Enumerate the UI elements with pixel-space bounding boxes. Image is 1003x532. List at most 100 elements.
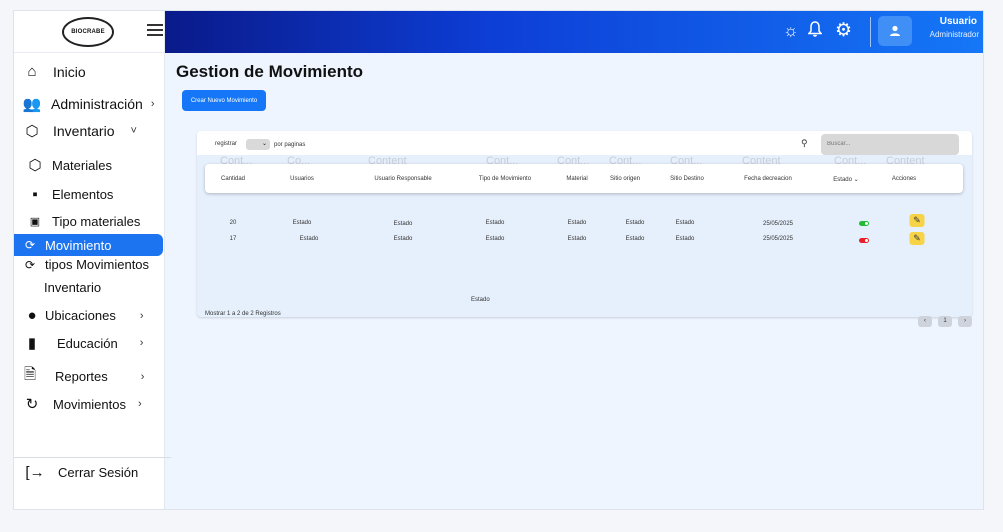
pagination-info: Mostrar 1 a 2 de 2 Registros	[205, 311, 281, 317]
sidebar-item-movimiento[interactable]: ⟳ Movimiento	[14, 234, 163, 256]
sync-icon: ⟳	[24, 238, 36, 252]
sidebar-item-label: Inventario	[44, 280, 102, 295]
user-name: Usuario	[939, 16, 977, 27]
sync-icon: ⟳	[24, 257, 36, 272]
sidebar-item-administracion[interactable]: 👥 Administración ›	[23, 95, 155, 113]
chevron-right-icon: ›	[150, 98, 155, 110]
page-size-select[interactable]: ⌄	[246, 139, 270, 150]
logout-button[interactable]: [→ Cerrar Sesión	[25, 464, 139, 481]
cell-destino: Estado	[675, 220, 695, 226]
table-header: Cantidad Usuarios Usuario Responsable Ti…	[205, 164, 963, 193]
sidebar: BIOCRABE ⌂ Inicio 👥 Administración › ⬡ I…	[14, 11, 171, 509]
col-usuarios[interactable]: Usuarios	[290, 176, 314, 182]
footer-estado: Estado	[471, 297, 490, 303]
sidebar-item-inventario-sub[interactable]: Inventario	[44, 280, 101, 295]
cell-fecha: 25/05/2025	[762, 236, 794, 242]
sidebar-item-label: Materiales	[52, 157, 112, 173]
cell-responsable: Estado	[393, 221, 413, 227]
col-tipo-movimiento[interactable]: Tipo de Movimiento	[479, 176, 531, 182]
sidebar-item-movimientos[interactable]: ↻ Movimientos ›	[23, 395, 142, 413]
edit-button[interactable]: ✎	[909, 232, 925, 245]
chevron-right-icon: ›	[139, 309, 144, 322]
por-paginas-label: por paginas	[274, 142, 306, 148]
sidebar-item-label: Ubicaciones	[45, 308, 116, 323]
cell-destino: Estado	[675, 236, 695, 242]
logout-icon: [→	[25, 464, 45, 481]
create-movement-button[interactable]: Crear Nuevo Movimiento	[182, 90, 266, 111]
col-cantidad[interactable]: Cantidad	[221, 176, 245, 182]
chevron-right-icon: ›	[964, 318, 966, 324]
registrar-label: registrar	[215, 141, 238, 147]
sidebar-item-educacion[interactable]: ▮ Educación ›	[23, 334, 144, 352]
col-sitio-destino[interactable]: Sitio Destino	[670, 176, 704, 182]
col-material[interactable]: Material	[566, 176, 587, 182]
col-sitio-origen[interactable]: Sitio origen	[610, 176, 640, 182]
chevron-right-icon: ›	[139, 337, 144, 349]
sidebar-item-inicio[interactable]: ⌂ Inicio	[23, 63, 86, 80]
chevron-right-icon: ›	[140, 370, 145, 383]
bell-icon[interactable]	[807, 21, 823, 43]
logo[interactable]: BIOCRABE	[62, 17, 114, 47]
image-icon: ▣	[29, 216, 41, 228]
col-usuario-responsable[interactable]: Usuario Responsable	[374, 176, 431, 182]
refresh-icon: ↻	[25, 396, 39, 413]
search-input[interactable]	[821, 134, 959, 155]
sidebar-item-tipo-materiales[interactable]: ▣ Tipo materiales	[26, 214, 141, 229]
cell-tipo: Estado	[485, 220, 505, 226]
col-estado[interactable]: Estado ⌄	[833, 176, 858, 183]
cell-material: Estado	[567, 236, 587, 242]
chevron-down-icon: ⌄	[853, 177, 859, 183]
sidebar-item-label: Administración	[51, 96, 143, 112]
prev-page-button[interactable]: ‹	[918, 316, 932, 327]
box-icon: ⬡	[25, 123, 39, 140]
search-icon[interactable]: ⚲	[801, 138, 808, 149]
col-fecha[interactable]: Fecha decreacion	[744, 176, 792, 182]
cell-fecha: 25/05/2025	[762, 221, 794, 227]
chevron-down-icon: ˅	[130, 125, 137, 137]
divider	[870, 17, 871, 47]
cell-tipo: Estado	[485, 236, 505, 242]
cell-responsable: Estado	[393, 236, 413, 242]
gear-icon[interactable]: ⚙	[835, 19, 852, 42]
sidebar-item-label: Inicio	[53, 63, 86, 80]
sidebar-item-tipos-movimientos[interactable]: ⟳ tipos Movimientos	[21, 257, 149, 272]
status-toggle[interactable]	[859, 221, 869, 226]
col-estado-label: Estado	[833, 177, 852, 183]
home-icon: ⌂	[27, 63, 37, 80]
sidebar-item-label: Educación	[57, 335, 118, 351]
status-toggle[interactable]	[859, 238, 869, 243]
logout-label: Cerrar Sesión	[58, 465, 139, 480]
edit-button[interactable]: ✎	[909, 214, 925, 227]
users-icon: 👥	[22, 96, 42, 113]
cell-origen: Estado	[625, 220, 645, 226]
sidebar-item-inventario[interactable]: ⬡ Inventario ˅	[23, 122, 137, 140]
next-page-button[interactable]: ›	[958, 316, 972, 327]
col-acciones[interactable]: Acciones	[892, 176, 916, 182]
location-pin-icon: ●	[27, 307, 37, 324]
avatar[interactable]	[878, 16, 912, 46]
cell-usuarios: Estado	[292, 220, 312, 226]
sidebar-item-label: Movimiento	[45, 237, 112, 253]
page-title: Gestion de Movimiento	[176, 62, 364, 81]
sidebar-item-label: tipos Movimientos	[45, 257, 150, 272]
logo-area: BIOCRABE	[14, 11, 165, 53]
sun-icon[interactable]: ☼	[783, 21, 799, 41]
cube-icon: ⬡	[28, 157, 42, 174]
page-1-button[interactable]: 1	[938, 316, 952, 327]
sidebar-item-ubicaciones[interactable]: ● Ubicaciones ›	[23, 307, 144, 324]
pencil-icon: ✎	[913, 215, 921, 225]
sidebar-item-label: Elementos	[52, 187, 114, 202]
hamburger-menu-icon[interactable]	[147, 24, 163, 38]
sidebar-item-label: Reportes	[55, 369, 108, 384]
sidebar-item-materiales[interactable]: ⬡ Materiales	[26, 156, 112, 174]
grid-icon: ▪	[32, 186, 38, 203]
sidebar-item-label: Inventario	[53, 123, 115, 139]
chevron-down-icon: ⌄	[261, 141, 267, 147]
chevron-right-icon: ›	[137, 398, 142, 410]
sidebar-item-reportes[interactable]: 🗎 Reportes ›	[21, 364, 144, 389]
cell-cantidad: 20	[229, 220, 237, 226]
sidebar-item-label: Tipo materiales	[52, 214, 141, 229]
cell-usuarios: Estado	[299, 236, 319, 242]
sidebar-item-elementos[interactable]: ▪ Elementos	[26, 186, 113, 203]
app-frame: BIOCRABE ⌂ Inicio 👥 Administración › ⬡ I…	[14, 11, 983, 509]
